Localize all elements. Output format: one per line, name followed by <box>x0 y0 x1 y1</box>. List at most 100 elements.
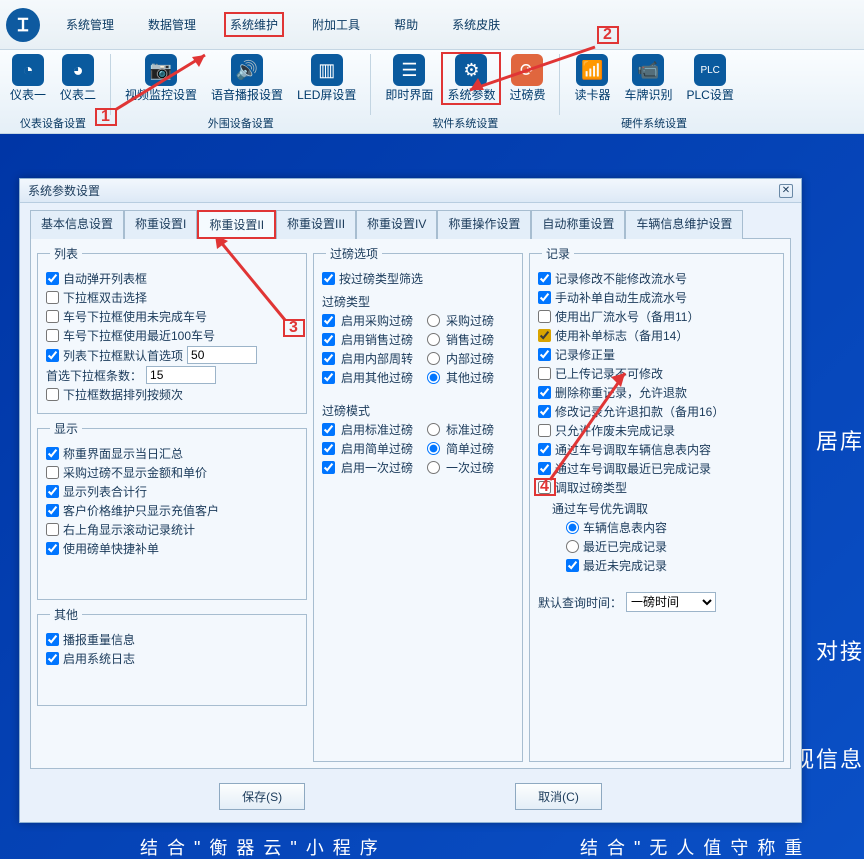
dialog-title-bar: 系统参数设置 ✕ <box>20 179 801 203</box>
weigh-type-chk-1[interactable] <box>322 333 335 346</box>
priority-radio-0[interactable] <box>566 521 579 534</box>
bg-text: 居库 <box>816 424 864 456</box>
sort-chk[interactable] <box>46 388 59 401</box>
record-opt-6-row: 删除称重记录，允许退款 <box>538 384 775 401</box>
record-opt-10-chk[interactable] <box>538 462 551 475</box>
other-opt-0-chk[interactable] <box>46 633 59 646</box>
ribbon-item-车牌识别[interactable]: 📹车牌识别 <box>618 52 678 105</box>
record-opt-9-chk[interactable] <box>538 443 551 456</box>
record-opt-1-label: 手动补单自动生成流水号 <box>555 289 687 306</box>
ribbon-group: 📶读卡器📹车牌识别PLCPLC设置硬件系统设置 <box>564 50 743 133</box>
weigh-mode-chk-1[interactable] <box>322 442 335 455</box>
record-opt-5-chk[interactable] <box>538 367 551 380</box>
listbox-opt-0-chk[interactable] <box>46 272 59 285</box>
tab-5[interactable]: 称重操作设置 <box>437 210 531 239</box>
default-item-input[interactable] <box>187 346 257 364</box>
menu-system-manage[interactable]: 系统管理 <box>60 12 120 37</box>
weigh-mode-chk-label-2: 启用一次过磅 <box>341 459 413 476</box>
ribbon-item-PLC设置[interactable]: PLCPLC设置 <box>681 52 740 105</box>
record-opt-3-chk[interactable] <box>538 329 551 342</box>
weigh-opt-legend: 过磅选项 <box>326 245 382 262</box>
weigh-type-radio-0[interactable] <box>427 314 440 327</box>
menu-data-manage[interactable]: 数据管理 <box>142 12 202 37</box>
record-opt-11-chk[interactable] <box>538 481 551 494</box>
record-opt-1-chk[interactable] <box>538 291 551 304</box>
weigh-type-chk-2[interactable] <box>322 352 335 365</box>
default-item-chk[interactable] <box>46 349 59 362</box>
weigh-mode-chk-2[interactable] <box>322 461 335 474</box>
display-opt-4-chk[interactable] <box>46 523 59 536</box>
weigh-mode-chk-0[interactable] <box>322 423 335 436</box>
rows-count-input[interactable] <box>146 366 216 384</box>
priority-radio-1[interactable] <box>566 540 579 553</box>
ribbon-item-视频监控设置[interactable]: 📷视频监控设置 <box>119 52 203 105</box>
listbox-opt-2-chk[interactable] <box>46 310 59 323</box>
ribbon-icon: 📷 <box>145 54 177 86</box>
display-opt-2-chk[interactable] <box>46 485 59 498</box>
weigh-type-row-1: 启用销售过磅销售过磅 <box>322 331 514 348</box>
ribbon-item-系统参数[interactable]: ⚙系统参数 <box>441 52 501 105</box>
ribbon-item-仪表二[interactable]: ◕仪表二 <box>54 52 102 105</box>
tab-4[interactable]: 称重设置IV <box>356 210 437 239</box>
display-opt-5-chk[interactable] <box>46 542 59 555</box>
record-opt-8-chk[interactable] <box>538 424 551 437</box>
menu-help[interactable]: 帮助 <box>388 12 424 37</box>
record-opt-0-chk[interactable] <box>538 272 551 285</box>
priority-radio-label-0: 车辆信息表内容 <box>583 519 667 536</box>
display-opt-1-chk[interactable] <box>46 466 59 479</box>
menu-skin[interactable]: 系统皮肤 <box>446 12 506 37</box>
tab-0[interactable]: 基本信息设置 <box>30 210 124 239</box>
weigh-mode-radio-1[interactable] <box>427 442 440 455</box>
priority-legend: 通过车号优先调取 <box>552 500 775 517</box>
weigh-mode-radio-0[interactable] <box>427 423 440 436</box>
dialog-title: 系统参数设置 <box>28 182 100 199</box>
weigh-type-radio-2[interactable] <box>427 352 440 365</box>
ribbon-item-仪表一[interactable]: ◔仪表一 <box>4 52 52 105</box>
record-opt-6-chk[interactable] <box>538 386 551 399</box>
display-opt-3-chk[interactable] <box>46 504 59 517</box>
ribbon-item-语音播报设置[interactable]: 🔊语音播报设置 <box>205 52 289 105</box>
ribbon-item-LED屏设置[interactable]: ▥LED屏设置 <box>291 52 362 105</box>
tab-1[interactable]: 称重设置I <box>124 210 197 239</box>
display-opt-1-row: 采购过磅不显示金额和单价 <box>46 464 298 481</box>
weigh-type-radio-3[interactable] <box>427 371 440 384</box>
record-opt-4-chk[interactable] <box>538 348 551 361</box>
ribbon-item-label: 过磅费 <box>509 86 545 103</box>
other-opt-1-chk[interactable] <box>46 652 59 665</box>
tab-2[interactable]: 称重设置II <box>197 210 276 239</box>
query-time-select[interactable]: 一磅时间 <box>626 592 716 612</box>
weigh-type-radio-label-1: 销售过磅 <box>446 331 494 348</box>
listbox-opt-3-label: 车号下拉框使用最近100车号 <box>63 327 215 344</box>
filter-chk[interactable] <box>322 272 335 285</box>
listbox-opt-1-chk[interactable] <box>46 291 59 304</box>
menu-addon-tools[interactable]: 附加工具 <box>306 12 366 37</box>
weigh-type-chk-0[interactable] <box>322 314 335 327</box>
listbox-opt-3-chk[interactable] <box>46 329 59 342</box>
listbox-opt-2-label: 车号下拉框使用未完成车号 <box>63 308 207 325</box>
tab-3[interactable]: 称重设置III <box>276 210 356 239</box>
ribbon-item-即时界面[interactable]: ☰即时界面 <box>379 52 439 105</box>
display-opt-0-chk[interactable] <box>46 447 59 460</box>
ribbon-item-过磅费[interactable]: ⟳过磅费 <box>503 52 551 105</box>
ribbon-item-label: 语音播报设置 <box>211 86 283 103</box>
save-button[interactable]: 保存(S) <box>219 783 305 810</box>
ribbon-group-label: 软件系统设置 <box>432 115 498 133</box>
cancel-button[interactable]: 取消(C) <box>515 783 602 810</box>
close-icon[interactable]: ✕ <box>779 184 793 198</box>
weigh-mode-radio-2[interactable] <box>427 461 440 474</box>
weigh-type-radio-1[interactable] <box>427 333 440 346</box>
tab-6[interactable]: 自动称重设置 <box>531 210 625 239</box>
tab-7[interactable]: 车辆信息维护设置 <box>625 210 743 239</box>
record-opt-0-row: 记录修改不能修改流水号 <box>538 270 775 287</box>
record-opt-11-row: 调取过磅类型 <box>538 479 775 496</box>
record-opt-2-chk[interactable] <box>538 310 551 323</box>
record-opt-7-chk[interactable] <box>538 405 551 418</box>
record-subchk[interactable] <box>566 559 579 572</box>
record-opt-10-row: 通过车号调取最近已完成记录 <box>538 460 775 477</box>
ribbon-item-label: 视频监控设置 <box>125 86 197 103</box>
weigh-type-chk-3[interactable] <box>322 371 335 384</box>
menu-system-maintain[interactable]: 系统维护 <box>224 12 284 37</box>
ribbon-item-读卡器[interactable]: 📶读卡器 <box>568 52 616 105</box>
weigh-opt-fieldset: 过磅选项 按过磅类型筛选 过磅类型 启用采购过磅采购过磅启用销售过磅销售过磅启用… <box>313 245 523 762</box>
display-opt-4-label: 右上角显示滚动记录统计 <box>63 521 195 538</box>
